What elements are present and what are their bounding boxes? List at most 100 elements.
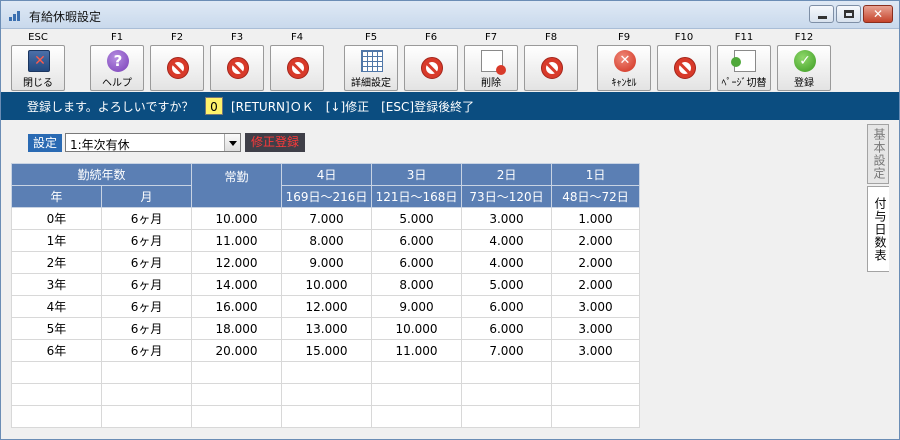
cell-month[interactable] bbox=[100, 383, 193, 406]
cell-1day[interactable]: 2.000 bbox=[551, 229, 641, 252]
cell-year[interactable]: 0年 bbox=[11, 207, 102, 230]
cell-4days[interactable] bbox=[281, 405, 373, 428]
register-button[interactable]: ✓ 登録 bbox=[777, 45, 831, 91]
table-row[interactable]: 6年 6ヶ月 20.000 15.000 11.000 7.000 3.000 bbox=[11, 339, 641, 362]
cell-1day[interactable] bbox=[551, 405, 641, 428]
minimize-button[interactable] bbox=[809, 5, 834, 23]
cell-2days[interactable] bbox=[461, 361, 553, 384]
cell-month[interactable]: 6ヶ月 bbox=[100, 207, 193, 230]
cell-regular[interactable] bbox=[191, 383, 283, 406]
table-row[interactable] bbox=[11, 405, 641, 428]
tab-grant-days[interactable]: 付与日数表 bbox=[867, 186, 889, 272]
maximize-button[interactable] bbox=[836, 5, 861, 23]
cell-year[interactable]: 3年 bbox=[11, 273, 102, 296]
setting-select[interactable]: 1:年次有休 bbox=[65, 133, 241, 152]
f6-button[interactable] bbox=[404, 45, 458, 91]
cell-4days[interactable] bbox=[281, 383, 373, 406]
cell-month[interactable] bbox=[100, 405, 193, 428]
cell-3days[interactable] bbox=[371, 361, 463, 384]
cell-1day[interactable]: 2.000 bbox=[551, 273, 641, 296]
table-row[interactable]: 5年 6ヶ月 18.000 13.000 10.000 6.000 3.000 bbox=[11, 317, 641, 340]
cell-2days[interactable]: 3.000 bbox=[461, 207, 553, 230]
cell-1day[interactable]: 1.000 bbox=[551, 207, 641, 230]
cell-year[interactable]: 1年 bbox=[11, 229, 102, 252]
close-window-button[interactable]: 閉じる bbox=[11, 45, 65, 91]
cell-4days[interactable]: 12.000 bbox=[281, 295, 373, 318]
cell-4days[interactable]: 13.000 bbox=[281, 317, 373, 340]
cell-regular[interactable]: 16.000 bbox=[191, 295, 283, 318]
cell-month[interactable]: 6ヶ月 bbox=[100, 251, 193, 274]
cell-1day[interactable]: 3.000 bbox=[551, 295, 641, 318]
cell-2days[interactable]: 4.000 bbox=[461, 229, 553, 252]
f2-button[interactable] bbox=[150, 45, 204, 91]
help-button[interactable]: ? ヘルプ bbox=[90, 45, 144, 91]
cell-regular[interactable]: 10.000 bbox=[191, 207, 283, 230]
cell-month[interactable] bbox=[100, 361, 193, 384]
tab-basic-settings[interactable]: 基本設定 bbox=[867, 124, 889, 184]
table-row[interactable] bbox=[11, 383, 641, 406]
cell-1day[interactable] bbox=[551, 361, 641, 384]
cell-regular[interactable]: 12.000 bbox=[191, 251, 283, 274]
cell-3days[interactable]: 10.000 bbox=[371, 317, 463, 340]
cell-4days[interactable]: 10.000 bbox=[281, 273, 373, 296]
cell-2days[interactable]: 7.000 bbox=[461, 339, 553, 362]
cell-regular[interactable] bbox=[191, 405, 283, 428]
cell-2days[interactable]: 6.000 bbox=[461, 317, 553, 340]
cell-1day[interactable]: 3.000 bbox=[551, 339, 641, 362]
cell-1day[interactable]: 2.000 bbox=[551, 251, 641, 274]
prompt-input[interactable]: 0 bbox=[205, 97, 223, 115]
cell-3days[interactable] bbox=[371, 405, 463, 428]
cell-year[interactable]: 5年 bbox=[11, 317, 102, 340]
table-row[interactable]: 0年 6ヶ月 10.000 7.000 5.000 3.000 1.000 bbox=[11, 207, 641, 230]
cell-1day[interactable]: 3.000 bbox=[551, 317, 641, 340]
cell-2days[interactable] bbox=[461, 383, 553, 406]
cell-3days[interactable]: 6.000 bbox=[371, 229, 463, 252]
cell-year[interactable]: 6年 bbox=[11, 339, 102, 362]
table-row[interactable]: 4年 6ヶ月 16.000 12.000 9.000 6.000 3.000 bbox=[11, 295, 641, 318]
cell-3days[interactable]: 11.000 bbox=[371, 339, 463, 362]
cell-2days[interactable]: 6.000 bbox=[461, 295, 553, 318]
cell-month[interactable]: 6ヶ月 bbox=[100, 295, 193, 318]
cell-year[interactable]: 2年 bbox=[11, 251, 102, 274]
cell-4days[interactable]: 8.000 bbox=[281, 229, 373, 252]
table-row[interactable] bbox=[11, 361, 641, 384]
cell-year[interactable] bbox=[11, 405, 102, 428]
cell-1day[interactable] bbox=[551, 383, 641, 406]
cell-3days[interactable] bbox=[371, 383, 463, 406]
cell-month[interactable]: 6ヶ月 bbox=[100, 339, 193, 362]
cell-4days[interactable]: 9.000 bbox=[281, 251, 373, 274]
f4-button[interactable] bbox=[270, 45, 324, 91]
cell-regular[interactable]: 11.000 bbox=[191, 229, 283, 252]
cancel-button[interactable]: ✕ ｷｬﾝｾﾙ bbox=[597, 45, 651, 91]
cell-4days[interactable]: 15.000 bbox=[281, 339, 373, 362]
cell-3days[interactable]: 9.000 bbox=[371, 295, 463, 318]
cell-4days[interactable] bbox=[281, 361, 373, 384]
delete-button[interactable]: 削除 bbox=[464, 45, 518, 91]
cell-4days[interactable]: 7.000 bbox=[281, 207, 373, 230]
cell-month[interactable]: 6ヶ月 bbox=[100, 273, 193, 296]
cell-month[interactable]: 6ヶ月 bbox=[100, 317, 193, 340]
cell-month[interactable]: 6ヶ月 bbox=[100, 229, 193, 252]
cell-2days[interactable]: 5.000 bbox=[461, 273, 553, 296]
cell-regular[interactable]: 20.000 bbox=[191, 339, 283, 362]
chevron-down-icon[interactable] bbox=[224, 134, 240, 151]
cell-year[interactable]: 4年 bbox=[11, 295, 102, 318]
f10-button[interactable] bbox=[657, 45, 711, 91]
f8-button[interactable] bbox=[524, 45, 578, 91]
cell-year[interactable] bbox=[11, 383, 102, 406]
cell-regular[interactable] bbox=[191, 361, 283, 384]
cell-regular[interactable]: 14.000 bbox=[191, 273, 283, 296]
cell-2days[interactable] bbox=[461, 405, 553, 428]
cell-year[interactable] bbox=[11, 361, 102, 384]
cell-3days[interactable]: 6.000 bbox=[371, 251, 463, 274]
cell-3days[interactable]: 8.000 bbox=[371, 273, 463, 296]
table-row[interactable]: 3年 6ヶ月 14.000 10.000 8.000 5.000 2.000 bbox=[11, 273, 641, 296]
table-row[interactable]: 1年 6ヶ月 11.000 8.000 6.000 4.000 2.000 bbox=[11, 229, 641, 252]
f3-button[interactable] bbox=[210, 45, 264, 91]
cell-2days[interactable]: 4.000 bbox=[461, 251, 553, 274]
close-button[interactable]: ✕ bbox=[863, 5, 893, 23]
table-row[interactable]: 2年 6ヶ月 12.000 9.000 6.000 4.000 2.000 bbox=[11, 251, 641, 274]
page-switch-button[interactable]: ﾍﾟｰｼﾞ切替 bbox=[717, 45, 771, 91]
cell-regular[interactable]: 18.000 bbox=[191, 317, 283, 340]
cell-3days[interactable]: 5.000 bbox=[371, 207, 463, 230]
